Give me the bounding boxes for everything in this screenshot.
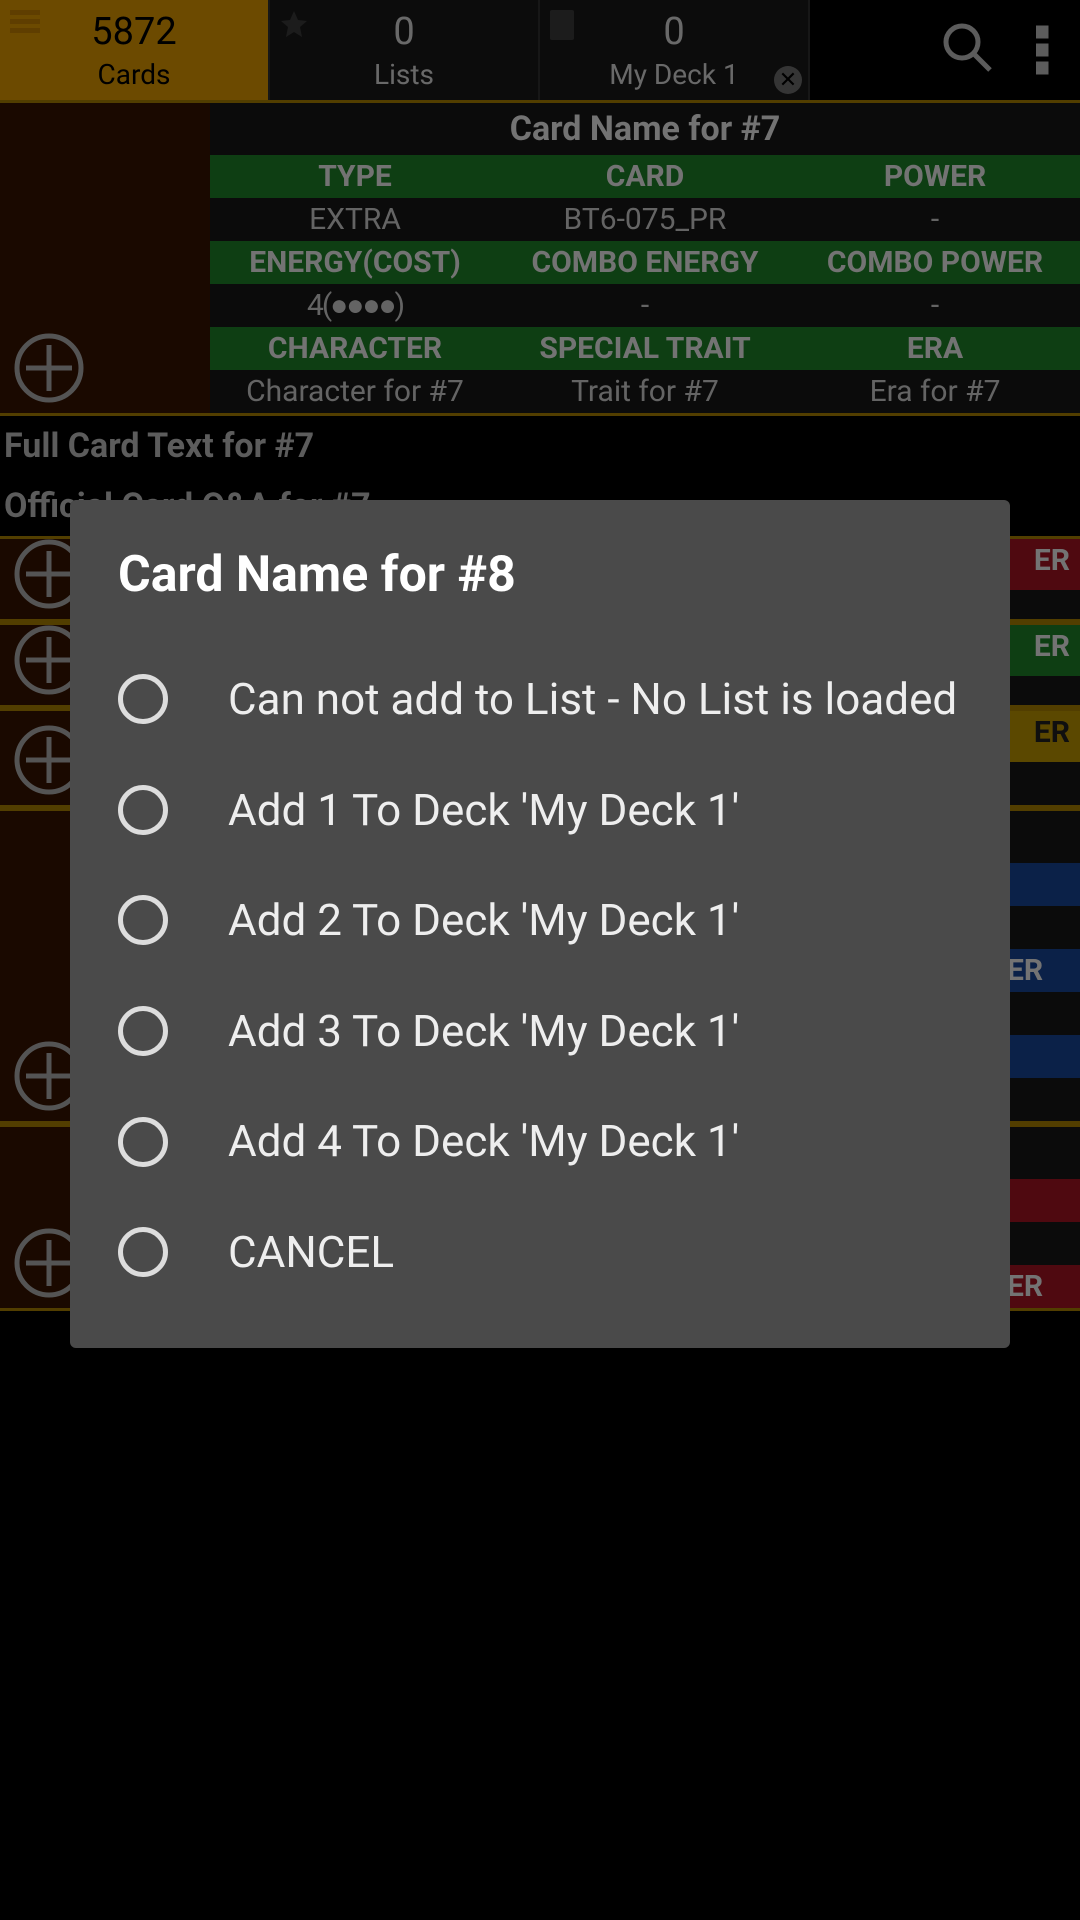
- dialog-title: Card Name for #8: [118, 546, 962, 604]
- radio-icon: [118, 1227, 168, 1277]
- add-card-dialog: Card Name for #8 Can not add to List - N…: [70, 500, 1010, 1348]
- radio-icon: [118, 674, 168, 724]
- dialog-option[interactable]: Can not add to List - No List is loaded: [118, 644, 962, 755]
- radio-icon: [118, 895, 168, 945]
- option-label: CANCEL: [228, 1227, 394, 1278]
- dialog-option[interactable]: Add 1 To Deck 'My Deck 1': [118, 755, 962, 866]
- radio-icon: [118, 785, 168, 835]
- dialog-cancel[interactable]: CANCEL: [118, 1197, 962, 1308]
- dialog-option[interactable]: Add 3 To Deck 'My Deck 1': [118, 976, 962, 1087]
- option-label: Add 2 To Deck 'My Deck 1': [228, 895, 739, 946]
- dialog-option[interactable]: Add 4 To Deck 'My Deck 1': [118, 1086, 962, 1197]
- option-label: Add 3 To Deck 'My Deck 1': [228, 1006, 739, 1057]
- option-label: Can not add to List - No List is loaded: [228, 674, 957, 725]
- option-label: Add 4 To Deck 'My Deck 1': [228, 1116, 739, 1167]
- dialog-option[interactable]: Add 2 To Deck 'My Deck 1': [118, 865, 962, 976]
- radio-icon: [118, 1006, 168, 1056]
- option-label: Add 1 To Deck 'My Deck 1': [228, 785, 739, 836]
- radio-icon: [118, 1117, 168, 1167]
